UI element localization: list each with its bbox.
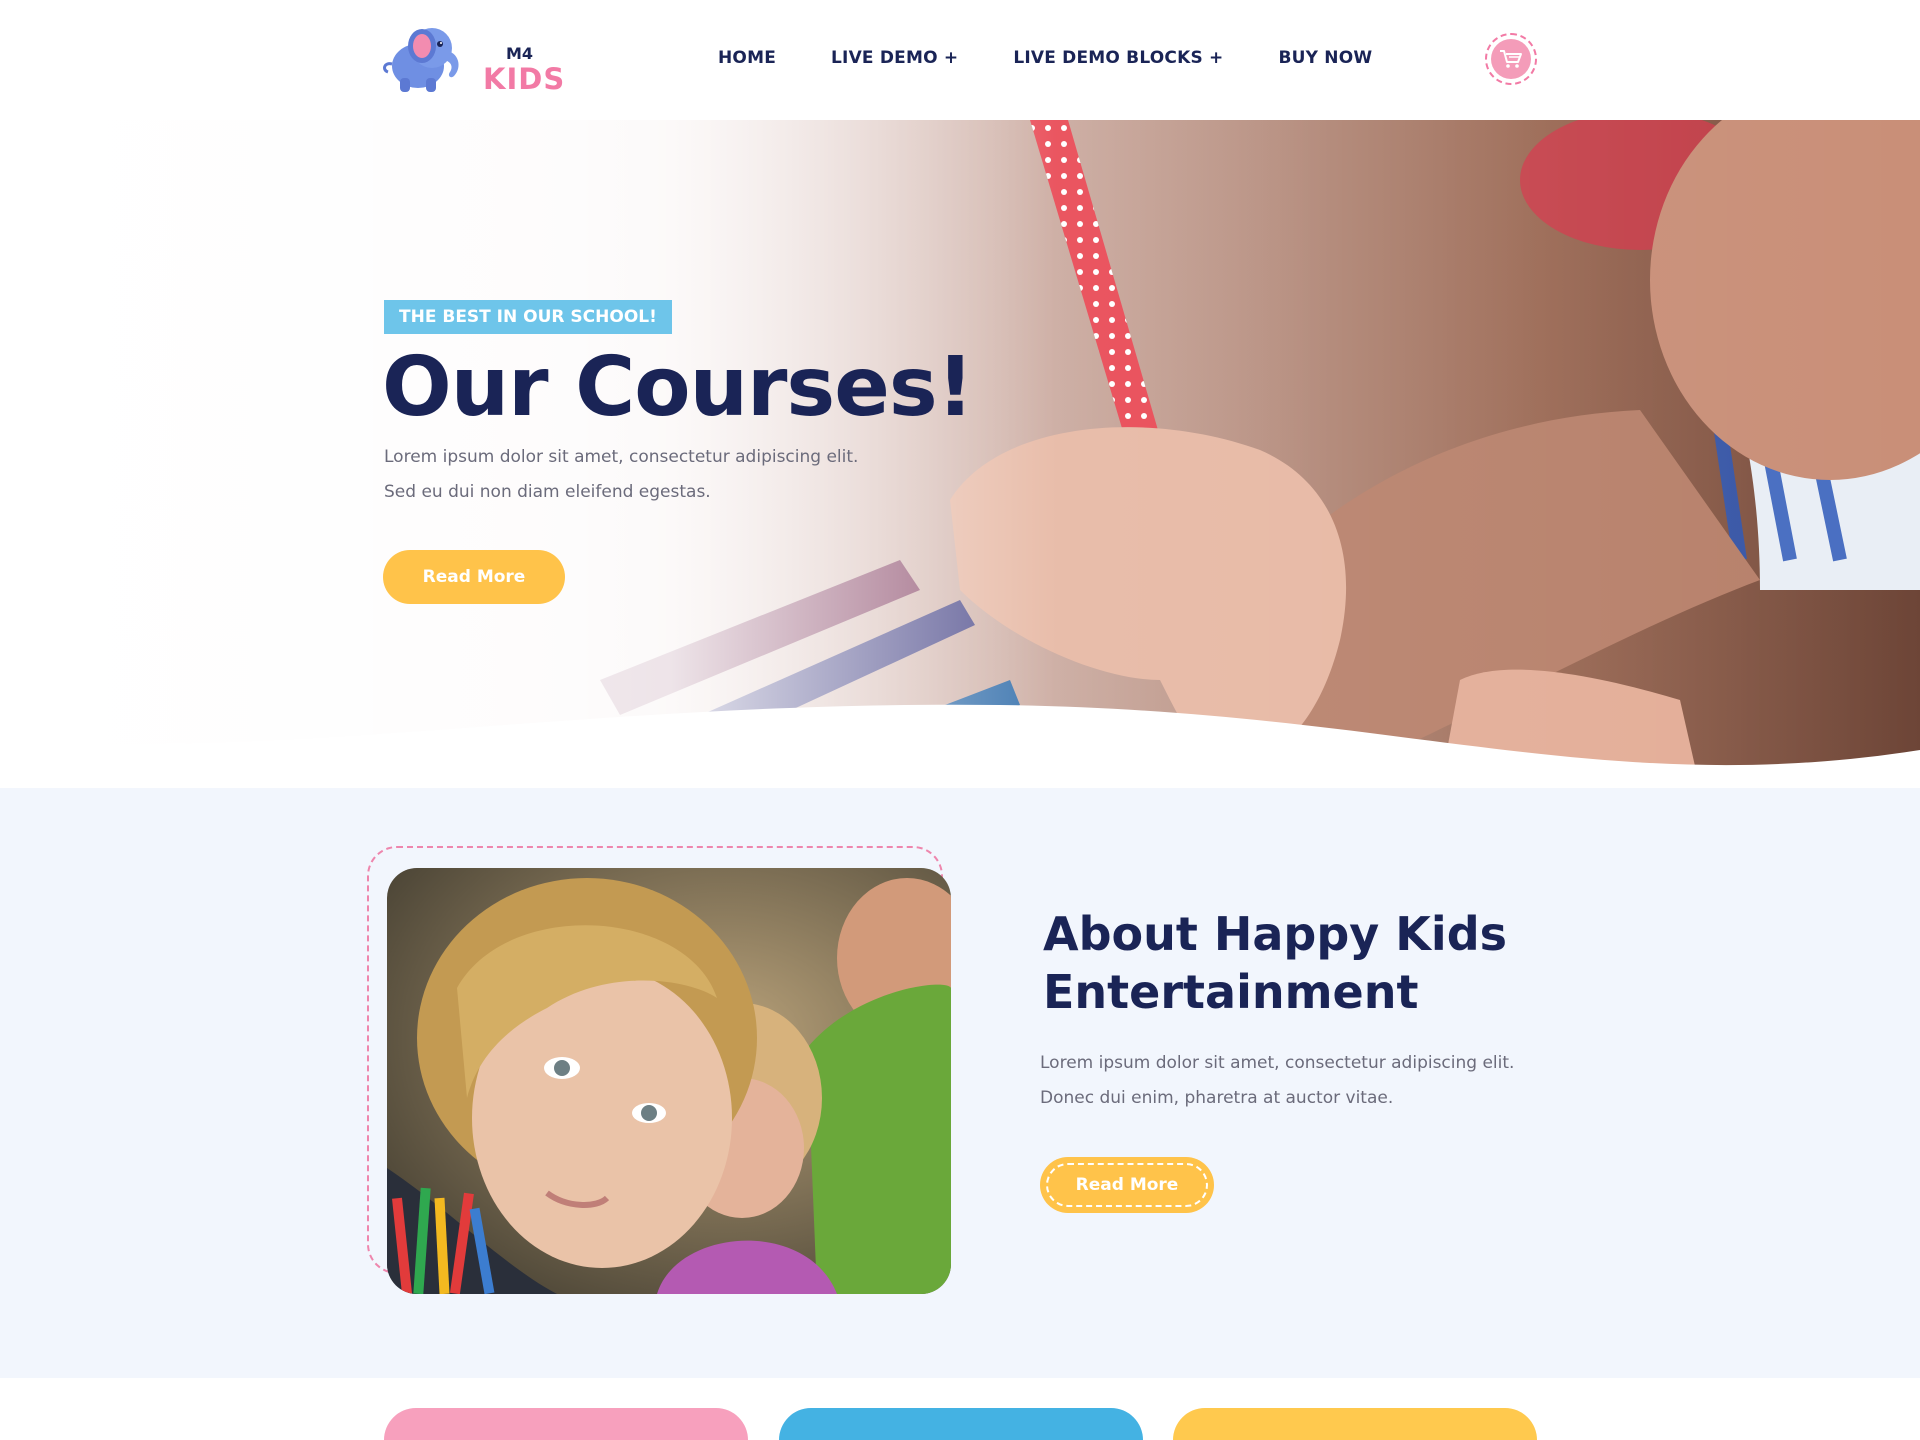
about-read-more-label: Read More	[1046, 1163, 1208, 1207]
hero-badge: THE BEST IN OUR SCHOOL!	[384, 300, 672, 334]
main-nav: HOME LIVE DEMO + LIVE DEMO BLOCKS + BUY …	[718, 48, 1427, 68]
logo-sub-text: M4	[506, 44, 534, 63]
feature-card-blue[interactable]	[779, 1408, 1143, 1440]
nav-buy-now[interactable]: BUY NOW	[1278, 48, 1372, 68]
about-title-line-1: About Happy Kids	[1031, 905, 1519, 963]
about-image	[387, 868, 951, 1294]
hero-read-more-button[interactable]: Read More	[383, 550, 565, 604]
logo-text[interactable]: KIDS	[483, 62, 565, 96]
about-title-text-2: Entertainment	[1031, 963, 1431, 1021]
site-header: M4 KIDS HOME LIVE DEMO + LIVE DEMO BLOCK…	[0, 0, 1920, 120]
feature-card-pink[interactable]	[384, 1408, 748, 1440]
nav-home[interactable]: HOME	[718, 48, 776, 68]
hero-section: THE BEST IN OUR SCHOOL! Our Courses! Lor…	[0, 120, 1920, 788]
cart-icon-wrap	[1491, 39, 1531, 79]
cart-button[interactable]	[1485, 33, 1537, 85]
shopping-cart-icon	[1500, 50, 1522, 68]
hero-title: Our Courses!	[382, 340, 974, 435]
feature-card-yellow[interactable]	[1173, 1408, 1537, 1440]
about-title-text-1: About Happy Kids	[1031, 905, 1519, 963]
hero-text-line-1: Lorem ipsum dolor sit amet, consectetur …	[384, 447, 859, 467]
hero-image	[0, 120, 1920, 788]
about-photo-art	[387, 868, 951, 1294]
nav-live-demo-blocks[interactable]: LIVE DEMO BLOCKS +	[1013, 48, 1223, 68]
about-read-more-button[interactable]: Read More	[1040, 1157, 1214, 1213]
nav-live-demo[interactable]: LIVE DEMO +	[831, 48, 958, 68]
about-title-line-2: Entertainment	[1031, 963, 1519, 1021]
hero-text-line-2: Sed eu dui non diam eleifend egestas.	[384, 482, 711, 502]
about-section	[0, 788, 1920, 1378]
hero-description: Lorem ipsum dolor sit amet, consectetur …	[384, 440, 858, 510]
about-title: About Happy Kids Entertainment	[1031, 905, 1519, 1021]
about-description: Lorem ipsum dolor sit amet, consectetur …	[1040, 1053, 1515, 1108]
